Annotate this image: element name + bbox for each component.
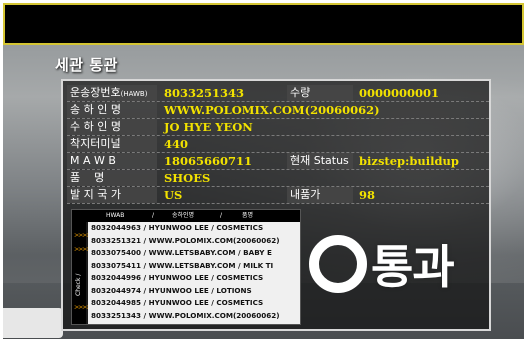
- qty-label: 수량: [287, 85, 353, 101]
- row-receiver: 수 하 인 명 JO HYE YEON: [67, 119, 489, 136]
- hawb-value: 8033251343: [164, 86, 245, 100]
- list-side-bar: >>>> >>>> Check / >>>>: [72, 222, 91, 324]
- list-item: 8032044974 / HYUNWOO LEE / LOTIONS: [91, 285, 252, 295]
- list-body: 8032044963 / HYUNWOO LEE / COSMETICS 803…: [88, 222, 300, 324]
- receiver-value: JO HYE YEON: [164, 120, 253, 134]
- list-item: 8033075400 / WWW.LETSBABY.COM / BABY E: [91, 248, 272, 257]
- row-sender: 송 하 인 명 WWW.POLOMIX.COM(20060062): [67, 102, 489, 119]
- price-label: 내품가: [287, 187, 353, 203]
- row-mawb-status: M A W B 18065660711 현재 Status bizstep:bu…: [67, 153, 489, 170]
- list-item: 8032044963 / HYUNWOO LEE / COSMETICS: [91, 223, 264, 232]
- list-header: HWAB / 송하인명 / 품명: [72, 210, 300, 222]
- list-header-hawb: HWAB: [106, 212, 125, 219]
- ground-vehicle: [3, 308, 63, 338]
- clearance-result-text: 통과: [371, 240, 455, 294]
- sender-label: 송 하 인 명: [67, 102, 157, 118]
- circle-o-icon: [309, 235, 367, 293]
- list-header-item: 품명: [242, 212, 254, 219]
- shipment-list: HWAB / 송하인명 / 품명 >>>> >>>> Check / >>>> …: [71, 209, 301, 325]
- row-hawb-qty: 운송장번호(HAWB) 8033251343 수량 0000000001: [67, 85, 489, 102]
- status-value: bizstep:buildup: [359, 154, 459, 168]
- list-header-sep: /: [220, 212, 223, 219]
- terminal-label: 착지터미널: [67, 136, 157, 152]
- hawb-label: 운송장번호(HAWB): [67, 85, 157, 101]
- qty-value: 0000000001: [359, 86, 440, 100]
- item-label: 품 명: [67, 170, 157, 186]
- top-banner: [3, 3, 524, 45]
- list-header-sender: 송하인명: [172, 212, 195, 219]
- row-item: 품 명 SHOES: [67, 170, 489, 187]
- sender-value: WWW.POLOMIX.COM(20060062): [164, 103, 380, 117]
- status-label: 현재 Status: [287, 153, 353, 169]
- customs-info-panel: 운송장번호(HAWB) 8033251343 수량 0000000001 송 하…: [61, 79, 491, 331]
- row-terminal: 착지터미널 440: [67, 136, 489, 153]
- list-item: 8033075411 / WWW.LETSBABY.COM / MILK TI: [91, 260, 274, 270]
- price-value: 98: [359, 188, 376, 202]
- receiver-label: 수 하 인 명: [67, 119, 157, 135]
- clearance-result: 통과: [309, 229, 479, 299]
- row-origin-price: 발 지 국 가 US 내품가 98: [67, 187, 489, 204]
- screen-frame: 세관 통관 운송장번호(HAWB) 8033251343 수량 00000000…: [3, 3, 524, 339]
- origin-value: US: [164, 188, 183, 202]
- list-side-label: Check /: [75, 273, 82, 296]
- mawb-label: M A W B: [67, 153, 157, 169]
- item-value: SHOES: [164, 171, 211, 185]
- list-item: 8033251321 / WWW.POLOMIX.COM(20060062): [91, 235, 280, 245]
- list-item: 8032044996 / HYUNWOO LEE / COSMETICS: [91, 273, 264, 282]
- terminal-value: 440: [164, 137, 189, 151]
- mawb-value: 18065660711: [164, 154, 253, 168]
- origin-label: 발 지 국 가: [67, 187, 157, 203]
- page-title: 세관 통관: [55, 56, 118, 74]
- list-item: 8033251343 / WWW.POLOMIX.COM(20060062): [91, 310, 280, 320]
- list-item: 8032044985 / HYUNWOO LEE / COSMETICS: [91, 298, 264, 307]
- list-header-sep: /: [152, 212, 155, 219]
